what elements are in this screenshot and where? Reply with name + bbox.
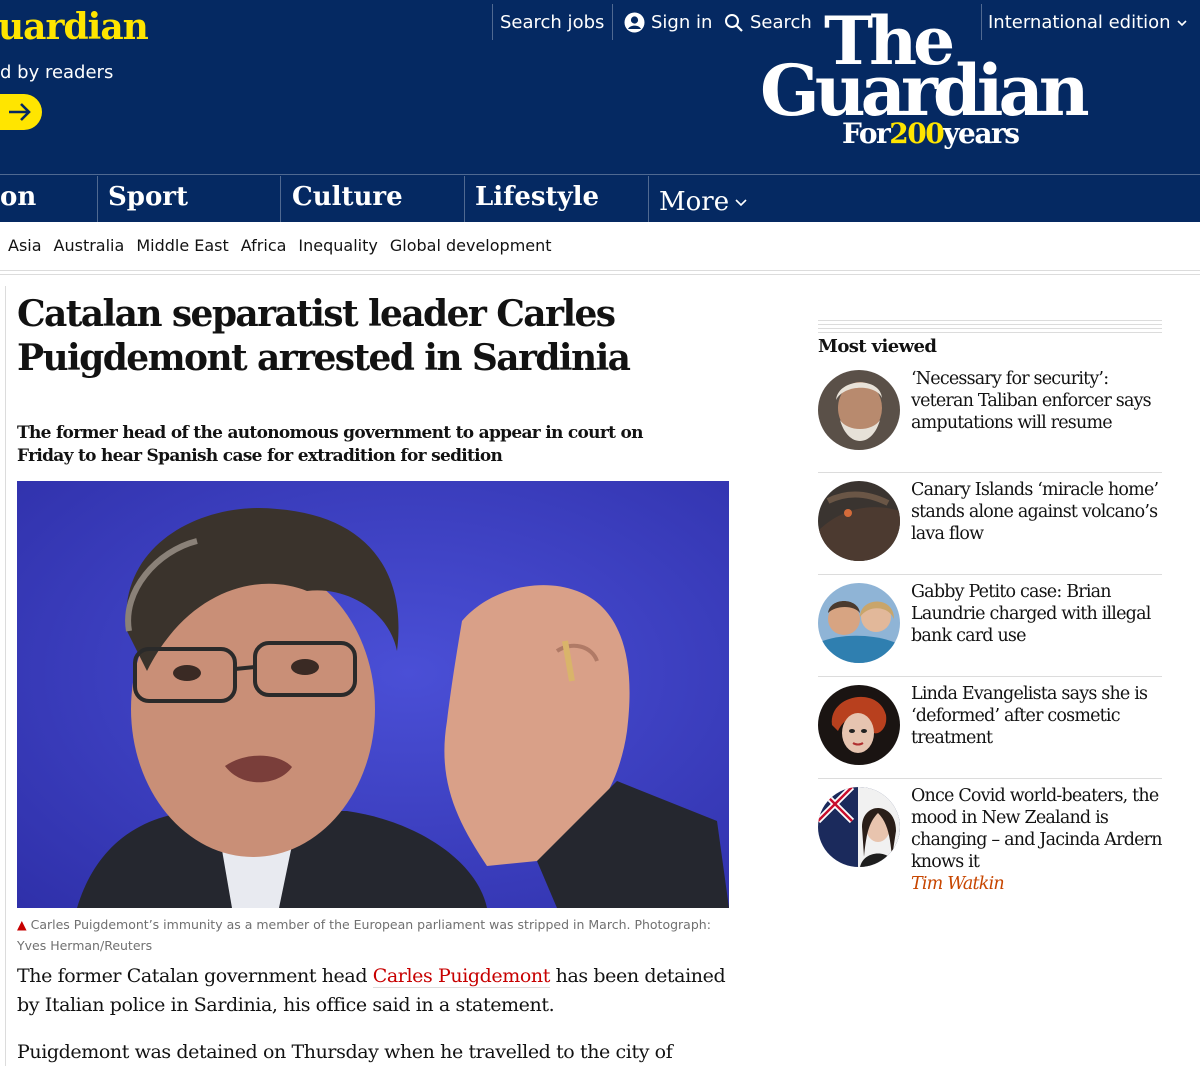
nav-item-sport[interactable]: Sport xyxy=(108,176,188,222)
article-headline: Catalan separatist leader Carles Puigdem… xyxy=(17,293,631,379)
nav-item-opinion[interactable]: on xyxy=(0,176,36,222)
sign-in-label: Sign in xyxy=(651,12,713,33)
logo-200: 200 xyxy=(889,117,944,150)
most-viewed-headline: Linda Evangelista says she is ‘deformed’… xyxy=(911,684,1148,748)
nav-separator xyxy=(648,176,649,222)
article-paragraph: Puigdemont was detained on Thursday when… xyxy=(17,1041,673,1063)
subnav-item-africa[interactable]: Africa xyxy=(241,236,287,260)
chevron-down-icon xyxy=(1177,19,1187,26)
nav-divider xyxy=(0,174,1200,175)
logo-years: years xyxy=(943,117,1020,150)
nav-separator xyxy=(280,176,281,222)
hero-photo-illustration xyxy=(17,481,729,908)
subnav-divider xyxy=(0,270,1200,271)
logo-for: For xyxy=(842,117,891,150)
most-viewed-headline: Canary Islands ‘miracle home’ stands alo… xyxy=(911,480,1159,544)
puigdemont-link[interactable]: Carles Puigdemont xyxy=(372,965,550,988)
article-paragraph: The former Catalan government head Carle… xyxy=(17,962,729,1020)
arrow-right-icon xyxy=(9,103,31,121)
thumbnail-image xyxy=(818,583,900,663)
divider xyxy=(612,4,613,40)
masthead: uardian d by readers Search jobs Sign in… xyxy=(0,0,1200,222)
nav-item-lifestyle[interactable]: Lifestyle xyxy=(475,176,599,222)
nav-separator xyxy=(97,176,98,222)
subnav-divider xyxy=(0,274,1200,275)
subnav-item-middle-east[interactable]: Middle East xyxy=(136,236,228,260)
thumbnail-image xyxy=(818,370,900,450)
support-us-button[interactable] xyxy=(0,94,42,130)
caption-text: Carles Puigdemont’s immunity as a member… xyxy=(17,917,711,953)
divider xyxy=(818,472,1162,473)
most-viewed-headline: Once Covid world-beaters, the mood in Ne… xyxy=(911,785,1163,895)
support-subtitle: d by readers xyxy=(0,62,114,83)
subnav-item-australia[interactable]: Australia xyxy=(54,236,125,260)
nav-more-button[interactable]: More xyxy=(659,176,747,222)
chevron-down-icon xyxy=(735,198,747,206)
image-caption: ▲ Carles Puigdemont’s immunity as a memb… xyxy=(17,914,729,956)
divider xyxy=(818,676,1162,677)
guardian-logo[interactable]: The Guardian For200years xyxy=(760,8,1100,156)
divider xyxy=(818,574,1162,575)
article-standfirst: The former head of the autonomous govern… xyxy=(17,423,643,466)
thumbnail-image xyxy=(818,787,900,867)
most-viewed-rule xyxy=(818,320,1162,334)
caption-triangle-icon: ▲ xyxy=(17,917,27,932)
most-viewed-headline: ‘Necessary for security’: veteran Taliba… xyxy=(911,369,1152,433)
logo-anniversary: For200years xyxy=(842,117,1020,150)
subnav-item-global-development[interactable]: Global development xyxy=(390,236,552,260)
most-viewed-headline: Gabby Petito case: Brian Laundrie charge… xyxy=(911,582,1151,646)
column-divider xyxy=(5,286,6,1066)
hero-image xyxy=(17,481,729,908)
sign-in-link[interactable]: Sign in xyxy=(624,12,712,33)
most-viewed-title: Most viewed xyxy=(818,336,937,357)
thumbnail-image xyxy=(818,481,900,561)
nav-separator xyxy=(464,176,465,222)
subnav-item-inequality[interactable]: Inequality xyxy=(298,236,377,260)
paragraph-text: The former Catalan government head xyxy=(17,965,373,987)
thumbnail-image xyxy=(818,685,900,765)
subnav: Asia Australia Middle East Africa Inequa… xyxy=(8,236,552,260)
divider xyxy=(818,778,1162,779)
search-icon xyxy=(725,13,743,32)
divider xyxy=(492,4,493,40)
nav-more-label: More xyxy=(659,187,730,217)
support-title: uardian xyxy=(0,6,149,48)
subnav-item-asia[interactable]: Asia xyxy=(8,236,42,260)
logo-guardian: Guardian xyxy=(760,49,1090,132)
search-jobs-link[interactable]: Search jobs xyxy=(500,12,604,33)
user-icon xyxy=(624,12,645,33)
most-viewed-headline-text: Once Covid world-beaters, the mood in Ne… xyxy=(911,786,1163,872)
nav-item-culture[interactable]: Culture xyxy=(292,176,403,222)
most-viewed-byline: Tim Watkin xyxy=(911,874,1005,894)
search-jobs-label: Search jobs xyxy=(500,12,605,33)
